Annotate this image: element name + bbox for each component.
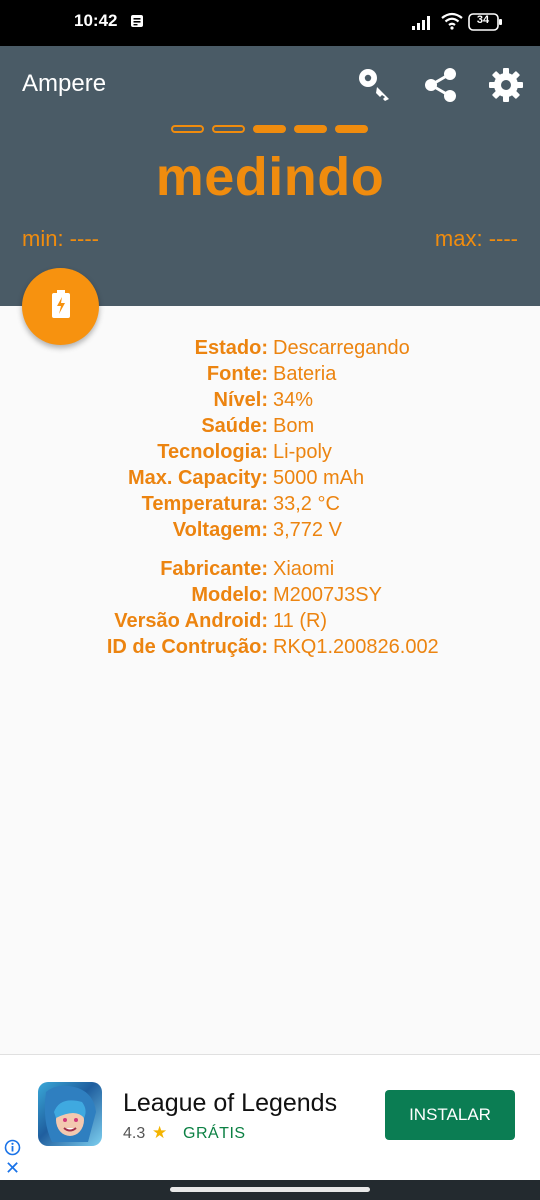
info-label: Versão Android: (114, 610, 268, 632)
battery-info-list: Estado: Descarregando Fonte: Bateria Nível… (0, 335, 540, 543)
info-row: ID de Contrução: RKQ1.200826.002 (0, 634, 540, 660)
star-icon: ★ (152, 1123, 168, 1142)
battery-charging-icon (51, 290, 71, 323)
info-row: Modelo: M2007J3SY (0, 582, 540, 608)
info-row: Fonte: Bateria (0, 361, 540, 387)
info-label: Fabricante: (160, 558, 268, 580)
progress-segment (253, 125, 286, 133)
wifi-icon (441, 12, 463, 35)
info-value: RKQ1.200826.002 (273, 636, 439, 658)
ad-price: GRÁTIS (183, 1125, 246, 1142)
notification-icon (130, 14, 144, 33)
key-icon[interactable] (356, 66, 394, 109)
info-label: Saúde: (201, 415, 268, 437)
signal-icon (412, 14, 434, 35)
info-label: Voltagem: (172, 519, 268, 541)
info-label: Fonte: (206, 363, 268, 385)
info-row: Versão Android: 11 (R) (0, 608, 540, 634)
info-value: Li-poly (273, 441, 332, 463)
battery-fab-button[interactable] (22, 268, 99, 345)
app-title: Ampere (22, 70, 107, 97)
info-row: Tecnologia: Li-poly (0, 439, 540, 465)
info-label: Tecnologia: (157, 441, 268, 463)
progress-segment (294, 125, 327, 133)
progress-segment (171, 125, 204, 133)
info-label: Estado: (194, 337, 268, 359)
info-row: Saúde: Bom (0, 413, 540, 439)
app-icon[interactable] (38, 1082, 102, 1146)
info-label: Max. Capacity: (127, 467, 268, 489)
ad-app-title[interactable]: League of Legends (123, 1089, 337, 1118)
ad-banner[interactable]: League of Legends 4.3 ★ GRÁTIS INSTALAR … (0, 1054, 540, 1181)
battery-percent: 34 (476, 14, 490, 26)
info-row: Estado: Descarregando (0, 335, 540, 361)
close-icon[interactable]: ✕ (5, 1158, 20, 1179)
info-value: Bateria (273, 363, 337, 385)
info-label: Modelo: (191, 584, 268, 606)
status-time: 10:42 (74, 11, 118, 30)
info-value: M2007J3SY (273, 584, 382, 606)
app-header: Ampere medindo min: ---- max: ---- (0, 46, 540, 306)
ad-rating: 4.3 (123, 1125, 146, 1142)
info-value: 33,2 °C (273, 493, 340, 515)
min-value: min: ---- (22, 226, 99, 251)
measuring-progress (171, 125, 371, 135)
device-info-list: Fabricante: Xiaomi Modelo: M2007J3SY Versã… (0, 556, 540, 660)
info-row: Temperatura: 33,2 °C (0, 491, 540, 517)
info-value: Descarregando (273, 337, 410, 359)
home-gesture-handle[interactable] (170, 1187, 370, 1192)
info-row: Fabricante: Xiaomi (0, 556, 540, 582)
info-value: 5000 mAh (273, 467, 365, 489)
progress-segment (335, 125, 368, 133)
max-value: max: ---- (434, 226, 518, 251)
info-value: 3,772 V (273, 519, 342, 541)
install-button[interactable]: INSTALAR (385, 1090, 515, 1140)
progress-segment (212, 125, 245, 133)
status-bar: 10:42 34 (0, 0, 540, 46)
info-value: 34% (273, 389, 314, 411)
info-value: 11 (R) (273, 610, 328, 632)
measuring-status: medindo (155, 147, 385, 207)
info-row: Max. Capacity: 5000 mAh (0, 465, 540, 491)
share-icon[interactable] (422, 66, 460, 109)
info-value: Bom (273, 415, 315, 437)
info-row: Voltagem: 3,772 V (0, 517, 540, 543)
info-row: Nível: 34% (0, 387, 540, 413)
info-label: Temperatura: (141, 493, 268, 515)
gear-icon[interactable] (487, 66, 525, 109)
info-value: Xiaomi (273, 558, 335, 580)
info-label: ID de Contrução: (106, 636, 268, 658)
navigation-bar (0, 1180, 540, 1200)
info-label: Nível: (213, 389, 268, 411)
